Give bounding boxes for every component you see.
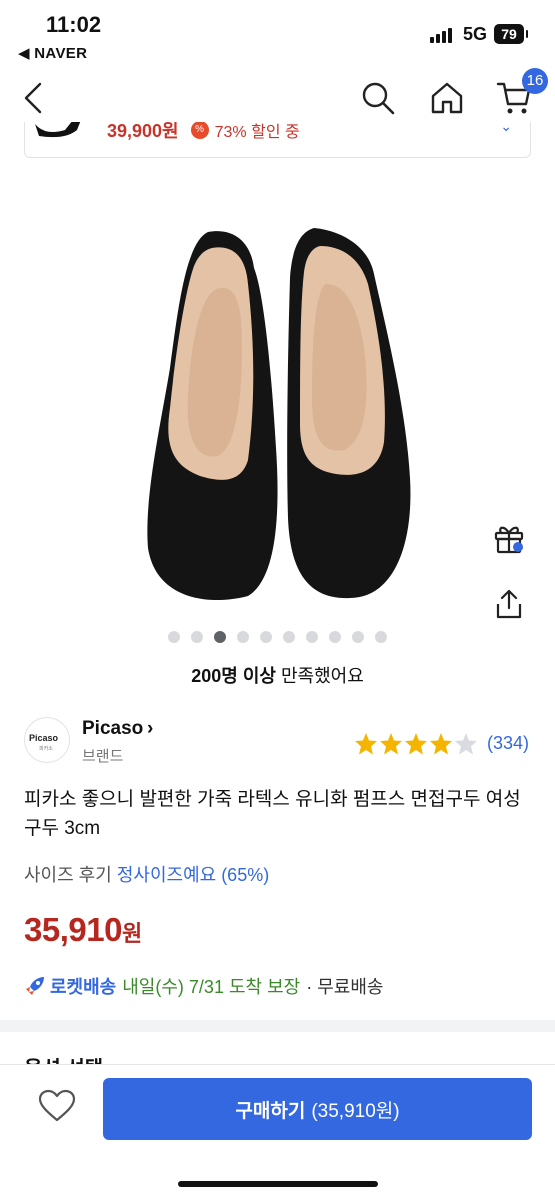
gallery-dot[interactable] xyxy=(352,631,364,643)
product-image[interactable] xyxy=(130,228,430,600)
home-indicator xyxy=(178,1181,378,1187)
buy-button-price: (35,910원) xyxy=(311,1100,400,1122)
brand-logo-text: Picaso xyxy=(29,733,59,743)
brand-logo-sub: 피카소 xyxy=(39,746,53,752)
price-value: 35,910 xyxy=(24,911,122,948)
product-price: 35,910원 xyxy=(24,911,142,949)
gallery-dot[interactable] xyxy=(168,631,180,643)
brand-logo[interactable]: Picaso 피카소 xyxy=(24,717,70,763)
rocket-delivery-label: 로켓배송 xyxy=(50,977,117,997)
delivery-date: 내일(수) 7/31 도착 보장 xyxy=(122,977,301,997)
chevron-left-icon[interactable] xyxy=(22,82,46,114)
search-icon[interactable] xyxy=(360,80,396,116)
chevron-right-icon[interactable]: › xyxy=(147,718,153,740)
top-nav xyxy=(0,70,555,125)
gallery-dot[interactable] xyxy=(306,631,318,643)
buy-button[interactable]: 구매하기 (35,910원) xyxy=(103,1078,532,1140)
size-review[interactable]: 사이즈 후기 정사이즈예요 (65%) xyxy=(24,861,269,887)
share-icon[interactable] xyxy=(494,588,524,620)
gallery-dot[interactable] xyxy=(191,631,203,643)
rocket-icon xyxy=(26,977,44,995)
gallery-dot[interactable] xyxy=(283,631,295,643)
discount-icon: % xyxy=(190,122,209,139)
signal-icon xyxy=(430,28,452,43)
delivery-info: 로켓배송 내일(수) 7/31 도착 보장 · 무료배송 xyxy=(24,973,383,999)
clock: 11:02 xyxy=(46,12,102,37)
size-review-label: 사이즈 후기 xyxy=(24,865,112,885)
buy-button-label: 구매하기 xyxy=(235,1100,306,1122)
section-divider xyxy=(0,1020,555,1032)
promo-shoe-thumbnail xyxy=(35,122,81,138)
gallery-dot[interactable] xyxy=(260,631,272,643)
promo-banner[interactable]: 39,900원 % 73% 할인 중 ⌄ xyxy=(24,122,531,158)
size-review-value: 정사이즈예요 (65%) xyxy=(116,865,270,885)
review-count-link[interactable]: (334) xyxy=(487,733,529,754)
brand-label: 브랜드 xyxy=(82,748,124,765)
star-rating[interactable] xyxy=(354,732,480,756)
brand-name-link[interactable]: Picaso xyxy=(82,718,143,740)
heart-icon[interactable] xyxy=(38,1089,76,1123)
cart-count-badge: 16 xyxy=(522,68,548,94)
gift-icon[interactable] xyxy=(492,521,526,555)
network-type: 5G xyxy=(463,24,488,44)
price-unit: 원 xyxy=(121,921,142,946)
battery-icon: 79 xyxy=(494,24,528,44)
bottom-purchase-bar: 구매하기 (35,910원) xyxy=(0,1064,555,1200)
satisfaction-text: 200명 이상 만족했어요 xyxy=(0,662,555,688)
home-icon[interactable] xyxy=(429,80,465,116)
gallery-dot[interactable] xyxy=(237,631,249,643)
gallery-dot[interactable] xyxy=(329,631,341,643)
free-shipping: · 무료배송 xyxy=(306,977,384,997)
gallery-dot[interactable] xyxy=(375,631,387,643)
gallery-dot-active[interactable] xyxy=(214,631,226,643)
promo-discount: 73% 할인 중 xyxy=(214,124,300,141)
back-to-app-link[interactable]: ◀ NAVER xyxy=(18,44,87,62)
satisfaction-count: 200명 이상 xyxy=(191,666,276,686)
promo-price: 39,900원 xyxy=(107,122,179,141)
stars-icon xyxy=(355,733,477,755)
satisfaction-label: 만족했어요 xyxy=(275,666,364,686)
chevron-down-icon[interactable]: ⌄ xyxy=(500,122,512,135)
status-bar: 11:02 ◀ NAVER 5G 79 xyxy=(0,0,555,70)
gallery-pagination[interactable] xyxy=(168,631,387,643)
product-title: 피카소 좋으니 발편한 가죽 라텍스 유니화 펌프스 면접구두 여성구두 3cm xyxy=(24,789,521,839)
